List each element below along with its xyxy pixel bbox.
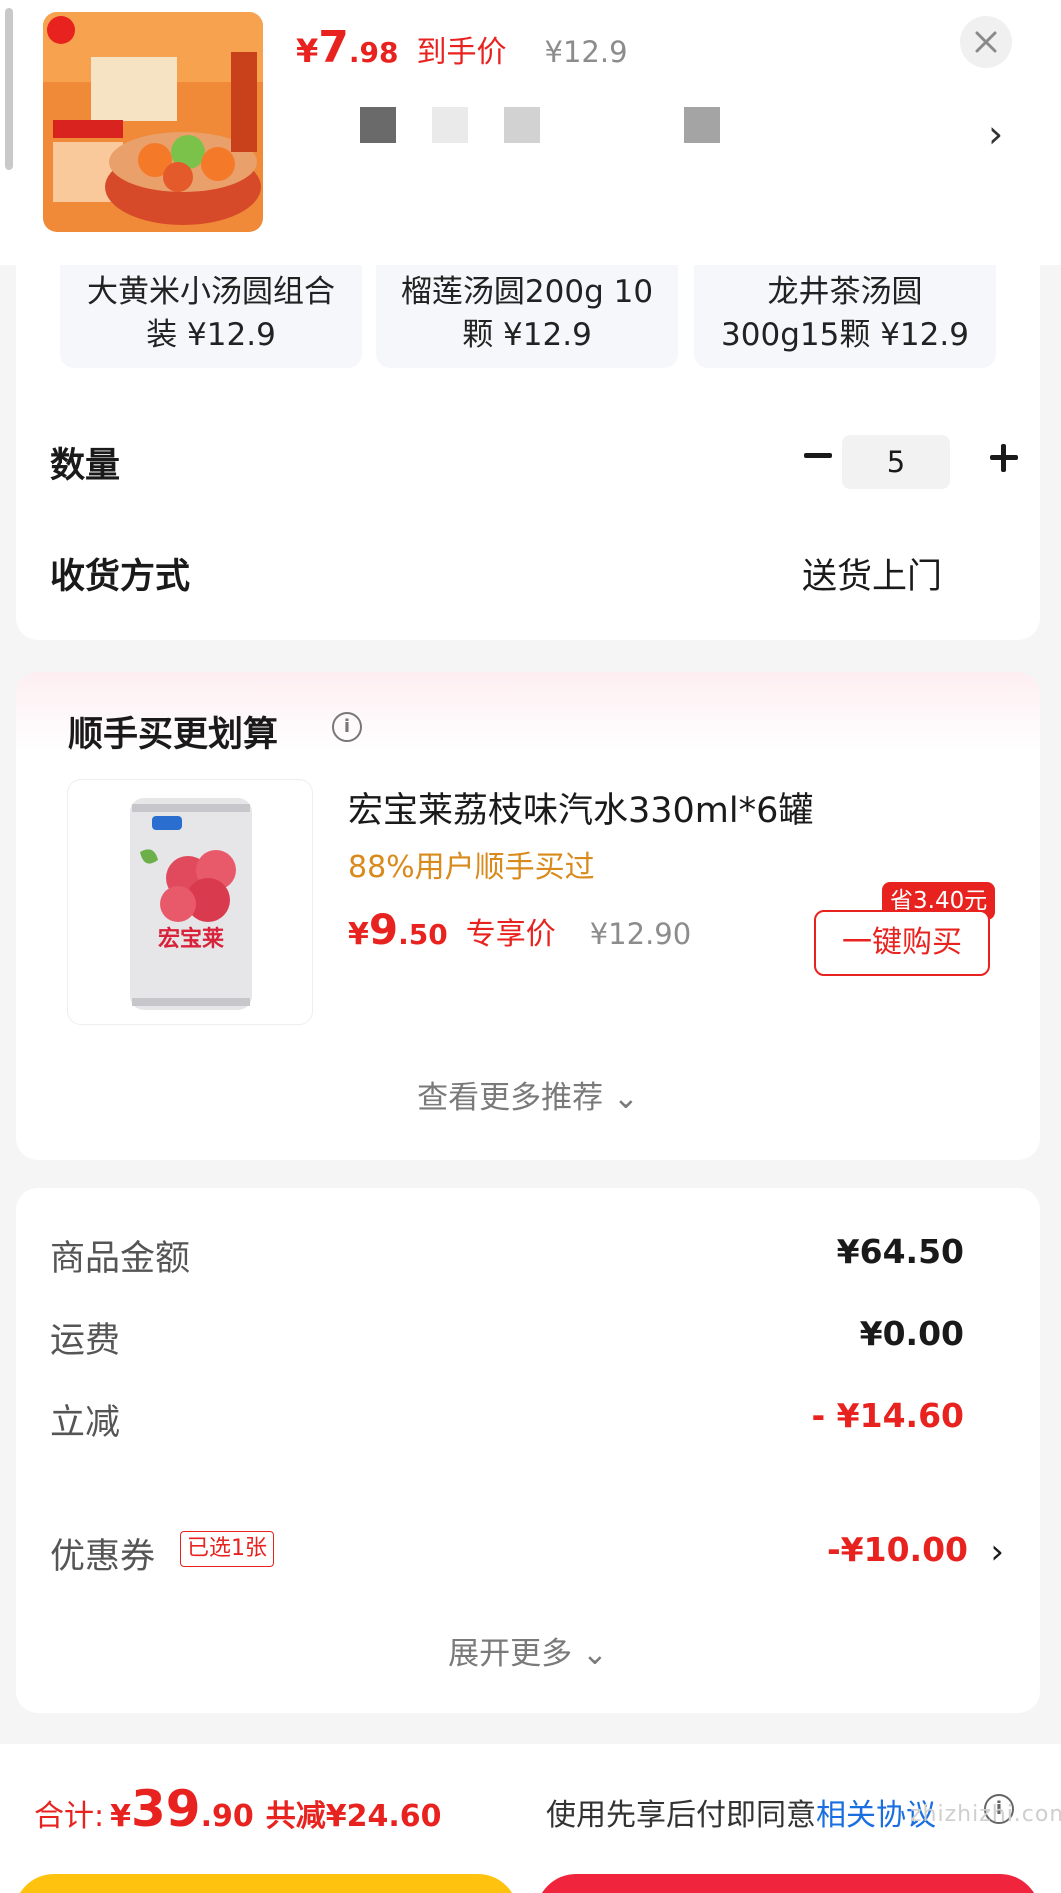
- variant-price: 颗 ¥12.9: [462, 317, 592, 353]
- discount-value: - ¥14.60: [811, 1396, 964, 1435]
- total-integer: 39: [130, 1780, 201, 1838]
- price-summary-card: 商品金额 ¥64.50 运费 ¥0.00 立减 - ¥14.60 优惠券 已选1…: [16, 1188, 1040, 1713]
- can-brand-text: 宏宝莱: [158, 926, 224, 952]
- expand-more-button[interactable]: 展开更多 ⌄: [16, 1628, 1040, 1673]
- close-button[interactable]: [960, 16, 1012, 68]
- variant-option[interactable]: 大黄米小汤圆组合 装 ¥12.9: [60, 265, 362, 368]
- variant-option[interactable]: 榴莲汤圆200g 10 颗 ¥12.9: [376, 265, 678, 368]
- price-integer: 7: [318, 22, 349, 73]
- info-icon[interactable]: i: [332, 712, 362, 742]
- options-card: 大黄米小汤圆组合 装 ¥12.9 榴莲汤圆200g 10 颗 ¥12.9 龙井茶…: [16, 265, 1040, 640]
- coupon-selected-tag: 已选1张: [180, 1531, 274, 1567]
- discount-label: 立减: [50, 1403, 121, 1443]
- variant-price: 300g15颗 ¥12.9: [721, 317, 969, 353]
- variant-swatch[interactable]: [684, 107, 720, 143]
- original-price: ¥12.9: [544, 35, 628, 69]
- one-click-buy-button[interactable]: 一键购买: [814, 910, 990, 976]
- agreement-text: 使用先享后付即同意相关协议: [546, 1790, 936, 1834]
- delivery-method[interactable]: 送货上门: [802, 548, 942, 599]
- more-recommend-button[interactable]: 查看更多推荐 ⌄: [16, 1072, 1040, 1117]
- header-price: ¥ 7 .98 到手价 ¥12.9: [296, 22, 628, 73]
- total-currency: ¥: [110, 1799, 131, 1834]
- price-decimal: .98: [348, 36, 399, 69]
- recommend-title: 顺手买更划算: [68, 715, 279, 755]
- delivery-label: 收货方式: [50, 557, 191, 597]
- coupon-value[interactable]: -¥10.00: [827, 1530, 968, 1569]
- total-saved: 共减¥24.60: [265, 1799, 442, 1834]
- chevron-right-icon[interactable]: ›: [990, 1532, 1004, 1572]
- watermark: zhizhizhi.com: [910, 1802, 1061, 1827]
- subtotal-value: ¥64.50: [836, 1232, 964, 1271]
- chevron-right-icon[interactable]: ›: [988, 112, 1003, 156]
- variant-option[interactable]: 龙井茶汤圆 300g15颗 ¥12.9: [694, 265, 996, 368]
- variant-price: 装 ¥12.9: [146, 317, 276, 353]
- checkout-bar: 合计: ¥ 39 .90 共减¥24.60 使用先享后付即同意相关协议 i zh…: [0, 1744, 1061, 1893]
- total-label: 合计:: [34, 1799, 105, 1834]
- price-integer: 9: [368, 905, 399, 954]
- primary-action-button[interactable]: [14, 1874, 518, 1893]
- price-currency: ¥: [348, 917, 369, 952]
- price-tag: 到手价: [416, 35, 507, 70]
- pay-button[interactable]: [536, 1874, 1040, 1893]
- recommend-price: ¥ 9 .50 专享价 ¥12.90: [348, 905, 691, 954]
- shipping-value: ¥0.00: [859, 1314, 964, 1353]
- subtotal-label: 商品金额: [50, 1239, 191, 1279]
- scroll-indicator[interactable]: [5, 8, 13, 170]
- price-decimal: .50: [398, 918, 448, 951]
- variant-name: 大黄米小汤圆组合: [87, 274, 335, 310]
- quantity-input[interactable]: 5: [842, 435, 950, 489]
- quantity-label: 数量: [50, 446, 121, 486]
- quantity-decrease-button[interactable]: [788, 425, 848, 485]
- variant-swatch[interactable]: [504, 107, 540, 143]
- variant-swatch[interactable]: [432, 107, 468, 143]
- variant-name: 榴莲汤圆200g 10: [400, 274, 654, 310]
- recommend-product-image[interactable]: 宏宝莱: [67, 779, 313, 1025]
- close-icon: [975, 31, 997, 53]
- coupon-label[interactable]: 优惠券: [50, 1528, 155, 1579]
- variant-name: 龙井茶汤圆: [767, 274, 923, 310]
- quantity-increase-button[interactable]: [974, 428, 1034, 488]
- product-header: ¥ 7 .98 到手价 ¥12.9 ›: [0, 0, 1061, 265]
- total-price: 合计: ¥ 39 .90 共减¥24.60: [34, 1780, 442, 1838]
- price-currency: ¥: [296, 32, 319, 70]
- bought-ratio-text: 88%用户顺手买过: [348, 850, 595, 885]
- price-tag: 专享价: [465, 917, 556, 952]
- original-price: ¥12.90: [589, 917, 692, 951]
- shipping-label: 运费: [50, 1321, 121, 1361]
- agreement-prefix: 使用先享后付即同意: [546, 1798, 816, 1833]
- recommend-card: 顺手买更划算 i 宏宝莱 宏宝莱荔枝味汽水330ml*6罐 88%用户顺手买过 …: [16, 672, 1040, 1160]
- total-decimal: .90: [200, 1799, 254, 1834]
- variant-swatch[interactable]: [360, 107, 396, 143]
- product-thumbnail[interactable]: [43, 12, 263, 232]
- recommend-product-name[interactable]: 宏宝莱荔枝味汽水330ml*6罐: [348, 782, 813, 833]
